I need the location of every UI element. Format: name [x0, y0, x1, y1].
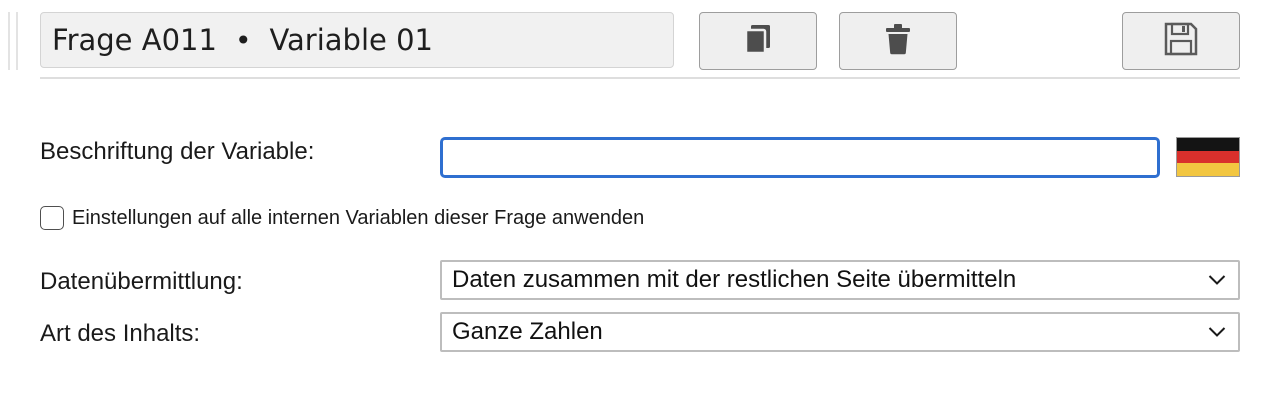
variable-name: Variable 01 — [269, 23, 433, 57]
content-type-select[interactable]: Ganze Zahlen — [440, 312, 1240, 352]
delete-button[interactable] — [839, 12, 957, 70]
german-flag-icon[interactable] — [1176, 137, 1240, 177]
copy-icon — [743, 23, 773, 60]
content-type-value: Ganze Zahlen — [452, 318, 603, 345]
title-separator: • — [234, 23, 252, 57]
header-divider — [40, 77, 1240, 79]
data-transfer-label: Datenübermittlung: — [40, 268, 243, 295]
question-id: Frage A011 — [52, 23, 217, 57]
variable-caption-label: Beschriftung der Variable: — [40, 138, 315, 165]
left-edge-line — [16, 12, 18, 70]
floppy-disk-icon — [1164, 22, 1198, 61]
trash-icon — [884, 23, 912, 60]
chevron-down-icon — [1208, 327, 1226, 337]
apply-to-all-row[interactable]: Einstellungen auf alle internen Variable… — [40, 206, 644, 230]
apply-to-all-checkbox[interactable] — [40, 206, 64, 230]
variable-caption-input[interactable] — [440, 137, 1160, 178]
content-type-label: Art des Inhalts: — [40, 320, 201, 347]
question-variable-title: Frage A011 • Variable 01 — [40, 12, 674, 68]
left-edge-line — [8, 12, 10, 70]
chevron-down-icon — [1208, 275, 1226, 285]
save-button[interactable] — [1122, 12, 1240, 70]
copy-button[interactable] — [699, 12, 817, 70]
data-transfer-select[interactable]: Daten zusammen mit der restlichen Seite … — [440, 260, 1240, 300]
apply-to-all-label[interactable]: Einstellungen auf alle internen Variable… — [72, 207, 644, 230]
data-transfer-value: Daten zusammen mit der restlichen Seite … — [452, 266, 1017, 293]
